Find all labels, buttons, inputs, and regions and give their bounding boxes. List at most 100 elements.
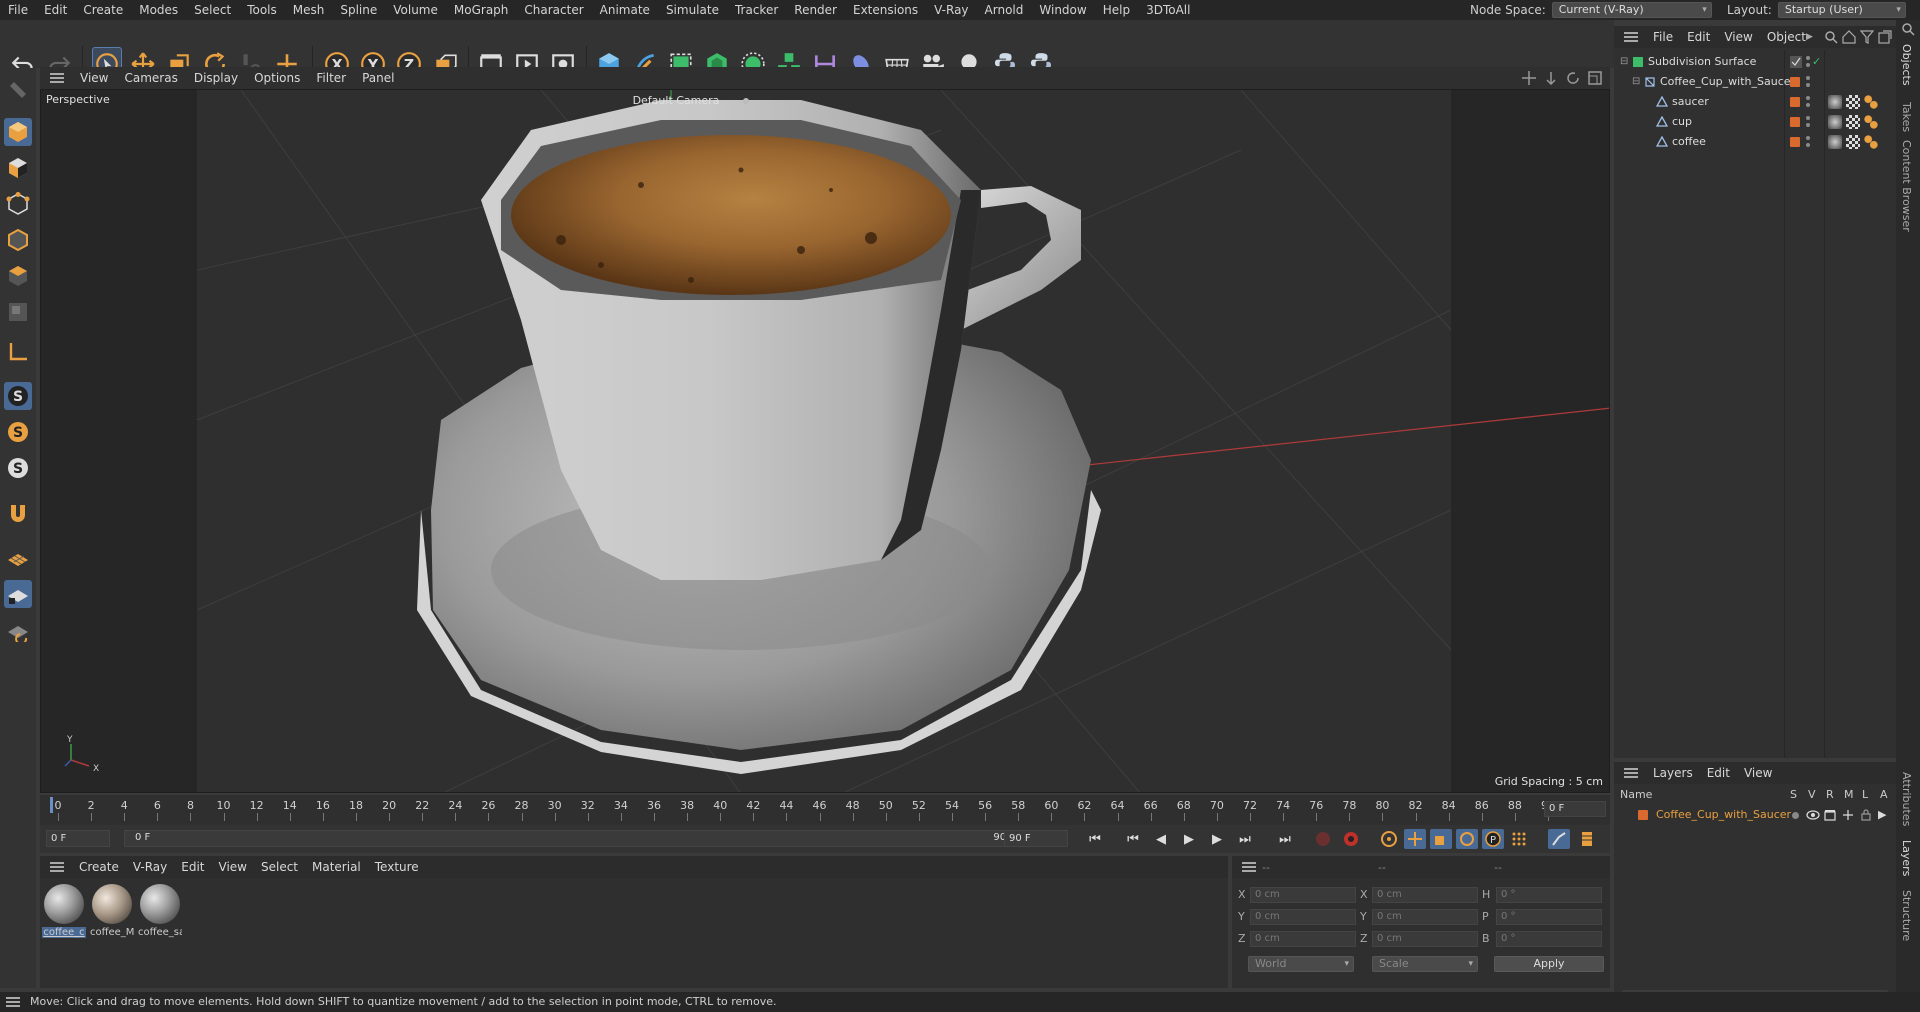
layer-row[interactable]: Coffee_Cup_with_Saucer ▶ xyxy=(1614,806,1896,824)
checker-tag-icon[interactable] xyxy=(1846,95,1860,109)
material-menu-view[interactable]: View xyxy=(212,860,254,874)
object-row-cup[interactable]: cup xyxy=(1614,112,1896,132)
layer-render-icon[interactable] xyxy=(1824,809,1836,821)
node-space-dropdown[interactable]: Current (V-Ray) xyxy=(1551,2,1712,18)
menu-render[interactable]: Render xyxy=(786,0,845,20)
position-z-field[interactable]: 0 cm xyxy=(1250,931,1356,947)
viewport-menu-view[interactable]: View xyxy=(72,71,116,85)
tab-content-browser[interactable]: Content Browser xyxy=(1900,140,1913,232)
checker-tag-icon[interactable] xyxy=(1846,135,1860,149)
vray-tag-icon[interactable] xyxy=(1864,95,1878,109)
visibility-dots-icon[interactable] xyxy=(1806,56,1810,68)
menu-3dtoall[interactable]: 3DToAll xyxy=(1138,0,1198,20)
workplane-rotate-button[interactable] xyxy=(4,616,32,644)
object-menu-file[interactable]: File xyxy=(1646,30,1680,44)
3d-viewport[interactable]: Default Camera Y X Perspective Grid Spac… xyxy=(40,89,1610,793)
menu-vray[interactable]: V-Ray xyxy=(926,0,976,20)
menu-select[interactable]: Select xyxy=(186,0,239,20)
enabled-check-icon[interactable]: ✓ xyxy=(1812,52,1821,72)
menu-file[interactable]: File xyxy=(0,0,36,20)
key-rotation-button[interactable] xyxy=(1456,829,1478,849)
play-button[interactable]: ▶ xyxy=(1178,829,1200,849)
layer-solo-icon[interactable] xyxy=(1792,812,1799,819)
viewport-menu-filter[interactable]: Filter xyxy=(308,71,354,85)
layer-col-v[interactable]: V xyxy=(1808,786,1816,804)
object-menu-object[interactable]: Object xyxy=(1760,30,1813,44)
axis-mode-button[interactable] xyxy=(4,338,32,366)
menu-character[interactable]: Character xyxy=(516,0,591,20)
viewport-scene[interactable]: Default Camera Y X xyxy=(41,90,1610,793)
material-tag-icon[interactable] xyxy=(1828,135,1842,149)
object-row-coffee[interactable]: coffee xyxy=(1614,132,1896,152)
layer-color-icon[interactable] xyxy=(1790,137,1800,147)
coord-hamburger-icon[interactable] xyxy=(1242,862,1256,872)
menu-tools[interactable]: Tools xyxy=(239,0,285,20)
menu-volume[interactable]: Volume xyxy=(385,0,446,20)
next-frame-button[interactable]: ▶ xyxy=(1206,829,1228,849)
layer-col-r[interactable]: R xyxy=(1826,786,1834,804)
end-frame-field[interactable]: 90 F xyxy=(1004,830,1068,847)
material-menu-texture[interactable]: Texture xyxy=(368,860,426,874)
texture-mode-button[interactable] xyxy=(4,154,32,182)
menu-arnold[interactable]: Arnold xyxy=(977,0,1032,20)
search-icon[interactable] xyxy=(1901,22,1915,36)
keyframe-selection-button[interactable] xyxy=(1378,829,1400,849)
prev-frame-button[interactable]: ◀ xyxy=(1150,829,1172,849)
polygons-mode-button[interactable] xyxy=(4,262,32,290)
uv-mode-button[interactable] xyxy=(4,298,32,326)
collapse-toggle-icon[interactable]: ⊟ xyxy=(1620,52,1628,72)
material-tag-icon[interactable] xyxy=(1828,115,1842,129)
search-icon[interactable] xyxy=(1824,30,1838,44)
start-frame-field[interactable]: 0 F xyxy=(46,830,110,847)
viewport-menu-display[interactable]: Display xyxy=(186,71,246,85)
layer-color-icon[interactable] xyxy=(1790,77,1800,87)
object-hamburger-icon[interactable] xyxy=(1624,32,1638,42)
make-editable-button[interactable] xyxy=(4,76,32,104)
tab-objects[interactable]: Objects xyxy=(1900,44,1913,86)
pan-view-icon[interactable] xyxy=(1522,71,1536,85)
layer-col-a[interactable]: A xyxy=(1880,786,1888,804)
timeline-ruler[interactable]: 0 2 4 6 8 10 12 14 16 18 20 22 24 26 28 30 32 34 36 38 40 42 4… xyxy=(40,795,1610,825)
size-z-field[interactable]: 0 cm xyxy=(1372,931,1478,947)
layer-col-m[interactable]: M xyxy=(1844,786,1854,804)
layer-col-s[interactable]: S xyxy=(1790,786,1797,804)
record-keys-button[interactable] xyxy=(1312,829,1334,849)
menu-animate[interactable]: Animate xyxy=(592,0,658,20)
status-hamburger-icon[interactable] xyxy=(6,997,20,1007)
position-y-field[interactable]: 0 cm xyxy=(1250,909,1356,925)
material-menu-create[interactable]: Create xyxy=(72,860,126,874)
coordinate-mode-dropdown[interactable]: Scale xyxy=(1372,956,1478,972)
menu-tracker[interactable]: Tracker xyxy=(727,0,786,20)
object-menu-view[interactable]: View xyxy=(1717,30,1759,44)
object-row-coffee-cup[interactable]: ⊟ Coffee_Cup_with_Saucer xyxy=(1614,72,1896,92)
menu-edit[interactable]: Edit xyxy=(36,0,75,20)
menu-help[interactable]: Help xyxy=(1095,0,1138,20)
snap-settings-button[interactable]: S xyxy=(4,418,32,446)
maximize-view-icon[interactable] xyxy=(1588,71,1602,85)
visibility-dots-icon[interactable] xyxy=(1806,116,1810,128)
rotate-view-icon[interactable] xyxy=(1566,71,1580,85)
layer-color-icon[interactable] xyxy=(1790,97,1800,107)
layout-dropdown[interactable]: Startup (User) xyxy=(1777,2,1906,18)
viewport-hamburger-icon[interactable] xyxy=(50,73,64,83)
timeline-playhead[interactable] xyxy=(50,797,53,813)
layer-manager-icon[interactable] xyxy=(1842,809,1854,821)
layer-animation-icon[interactable]: ▶ xyxy=(1878,806,1886,824)
material-swatch[interactable]: coffee_sa xyxy=(138,884,182,938)
layer-color-icon[interactable] xyxy=(1790,117,1800,127)
viewport-menu-options[interactable]: Options xyxy=(246,71,308,85)
material-swatch[interactable]: coffee_c xyxy=(42,884,86,938)
layer-menu-view[interactable]: View xyxy=(1737,766,1779,780)
key-parameter-button[interactable]: P xyxy=(1482,829,1504,849)
menu-create[interactable]: Create xyxy=(75,0,131,20)
size-y-field[interactable]: 0 cm xyxy=(1372,909,1478,925)
menu-mograph[interactable]: MoGraph xyxy=(446,0,517,20)
key-scale-button[interactable] xyxy=(1430,829,1452,849)
layer-visible-icon[interactable] xyxy=(1806,809,1820,821)
more-arrow-icon[interactable]: ▶ xyxy=(1806,32,1813,42)
collapse-toggle-icon[interactable]: ⊟ xyxy=(1632,72,1640,92)
menu-modes[interactable]: Modes xyxy=(131,0,186,20)
prev-key-button[interactable]: ⏮ xyxy=(1122,829,1144,849)
menu-extensions[interactable]: Extensions xyxy=(845,0,926,20)
rotation-p-field[interactable]: 0 ° xyxy=(1496,909,1602,925)
